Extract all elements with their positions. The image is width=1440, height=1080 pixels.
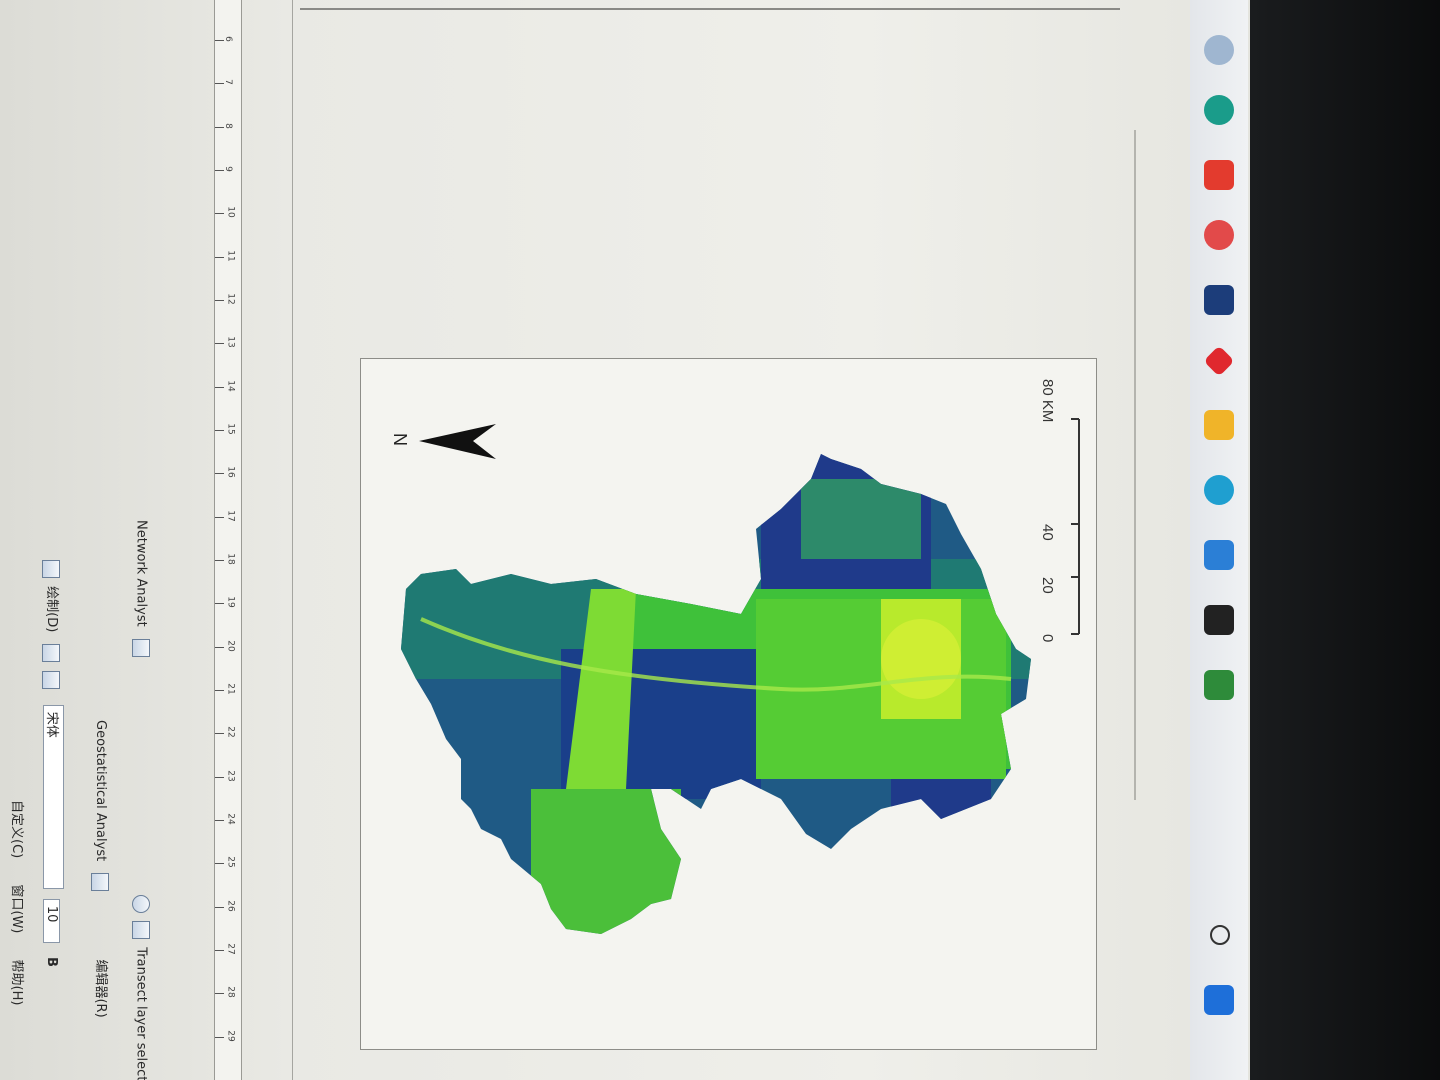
ruler-tick bbox=[215, 950, 224, 951]
scale-bar: 0 20 40 80 KM bbox=[1039, 379, 1080, 642]
ruler-tick bbox=[215, 473, 224, 475]
font-name-select[interactable]: 宋体 bbox=[43, 704, 64, 889]
ruler-number: 22 bbox=[225, 726, 236, 739]
panel-divider bbox=[1134, 130, 1136, 800]
ruler-number: 20 bbox=[225, 639, 236, 652]
ruler-number: 17 bbox=[225, 509, 236, 522]
network-analyst-menu[interactable]: Network Analyst bbox=[134, 520, 149, 627]
ruler-number: 29 bbox=[225, 1029, 236, 1042]
text-icon[interactable] bbox=[42, 670, 61, 689]
ruler-tick bbox=[215, 300, 224, 301]
ruler-tick bbox=[215, 646, 224, 648]
north-label: N bbox=[390, 433, 410, 446]
transect-icon[interactable] bbox=[132, 921, 150, 940]
ruler-tick bbox=[215, 733, 224, 735]
scale-tick-20: 20 bbox=[1039, 577, 1056, 594]
ruler-tick bbox=[215, 256, 224, 258]
app-chat-icon[interactable] bbox=[1204, 220, 1234, 250]
ruler-number: 7 bbox=[222, 79, 233, 86]
taskbar: 搜索 bbox=[1190, 0, 1248, 1080]
file-explorer-icon[interactable] bbox=[1204, 410, 1234, 440]
windows-start-icon[interactable] bbox=[1204, 985, 1234, 1015]
map-frame: N 0 20 40 80 KM bbox=[360, 358, 1097, 1050]
toolbar-network: Network Analyst Transect layer selection bbox=[132, 520, 150, 1080]
font-size-select[interactable]: 10 bbox=[43, 898, 60, 943]
vertical-ruler: 6 7 8 9 10 11 12 13 14 15 16 17 18 19 20 21 22 23 24 25 26 27… bbox=[214, 0, 242, 1080]
ruler-tick bbox=[215, 820, 224, 821]
rectangle-icon[interactable] bbox=[42, 644, 61, 663]
ruler-number: 6 bbox=[222, 36, 233, 42]
editor-menu[interactable]: 编辑器(R) bbox=[93, 959, 108, 1017]
ruler-number: 25 bbox=[225, 856, 236, 869]
edge-icon[interactable] bbox=[1204, 475, 1234, 505]
ruler-number: 8 bbox=[222, 122, 233, 129]
globe-icon[interactable] bbox=[132, 894, 150, 913]
ruler-number: 26 bbox=[225, 899, 236, 912]
ruler-tick bbox=[215, 776, 224, 778]
ruler-tick bbox=[215, 690, 224, 691]
copilot-icon[interactable] bbox=[1204, 540, 1234, 570]
menu-window[interactable]: 窗口(W) bbox=[9, 884, 24, 933]
toolbar-geostat: Geostatistical Analyst 编辑器(R) bbox=[91, 720, 113, 1018]
ruler-number: 28 bbox=[225, 986, 236, 999]
draw-menu[interactable]: 绘制(D) bbox=[44, 586, 59, 632]
ruler-number: 13 bbox=[225, 336, 236, 349]
widgets-icon[interactable] bbox=[1204, 670, 1234, 700]
layer-icon[interactable] bbox=[91, 873, 110, 892]
ruler-tick bbox=[215, 516, 224, 518]
scale-tick-80: 80 KM bbox=[1039, 379, 1056, 422]
monitor-bezel bbox=[1250, 0, 1440, 1080]
ruler-tick bbox=[215, 863, 224, 865]
ruler-tick bbox=[215, 906, 224, 908]
map-canvas: N 0 20 40 80 KM bbox=[390, 379, 1080, 934]
scale-tick-40: 40 bbox=[1039, 524, 1056, 541]
app-red-diamond-icon[interactable] bbox=[1203, 345, 1235, 377]
ruler-tick bbox=[215, 343, 224, 345]
ruler-number: 14 bbox=[225, 379, 236, 392]
ruler-tick bbox=[215, 213, 224, 215]
pointer-icon[interactable] bbox=[42, 560, 61, 578]
ruler-number: 24 bbox=[225, 813, 236, 825]
bold-button[interactable]: B bbox=[44, 957, 59, 967]
ruler-tick bbox=[215, 386, 224, 388]
ruler-number: 27 bbox=[225, 943, 236, 955]
font-name-value: 宋体 bbox=[44, 711, 59, 738]
ruler-number: 18 bbox=[225, 553, 236, 565]
ruler-tick bbox=[215, 560, 224, 561]
ruler-number: 9 bbox=[222, 166, 233, 172]
ruler-number: 19 bbox=[225, 596, 236, 609]
menu-customize[interactable]: 自定义(C) bbox=[9, 800, 24, 858]
toolbar-draw: 绘制(D) 宋体 10 B bbox=[42, 560, 64, 967]
ruler-number: 21 bbox=[225, 683, 236, 695]
ruler-number: 10 bbox=[225, 206, 236, 219]
menu-bar: 自定义(C) 窗口(W) 帮助(H) bbox=[9, 800, 28, 1027]
network-tool-icon[interactable] bbox=[132, 638, 150, 657]
wps-icon[interactable] bbox=[1204, 160, 1234, 190]
menu-help[interactable]: 帮助(H) bbox=[9, 960, 24, 1006]
app-blue-icon[interactable] bbox=[1204, 285, 1234, 315]
chrome-icon[interactable] bbox=[1204, 95, 1234, 125]
scale-tick-0: 0 bbox=[1039, 634, 1056, 642]
north-arrow-icon: N bbox=[390, 424, 496, 459]
ruler-tick bbox=[215, 430, 224, 431]
ruler-number: 16 bbox=[225, 466, 236, 479]
study-area-raster bbox=[401, 454, 1031, 934]
ruler-number: 11 bbox=[225, 249, 236, 262]
ruler-tick bbox=[215, 603, 224, 605]
font-size-value: 10 bbox=[44, 905, 59, 923]
ruler-number: 23 bbox=[225, 769, 236, 782]
transect-layer-selection[interactable]: Transect layer selection bbox=[134, 947, 149, 1080]
geostatistical-analyst-menu[interactable]: Geostatistical Analyst bbox=[93, 720, 108, 861]
taskview-icon[interactable] bbox=[1204, 605, 1234, 635]
ruler-number: 12 bbox=[225, 293, 236, 305]
monitor-photo: 自定义(C) 窗口(W) 帮助(H) 绘制(D) 宋体 10 B Geostat… bbox=[0, 0, 1440, 1080]
ruler-number: 15 bbox=[225, 423, 236, 435]
ruler-tick bbox=[215, 1036, 224, 1038]
search-icon[interactable] bbox=[1210, 925, 1230, 945]
ruler-tick bbox=[215, 993, 224, 995]
app-cloud-icon[interactable] bbox=[1204, 35, 1234, 65]
